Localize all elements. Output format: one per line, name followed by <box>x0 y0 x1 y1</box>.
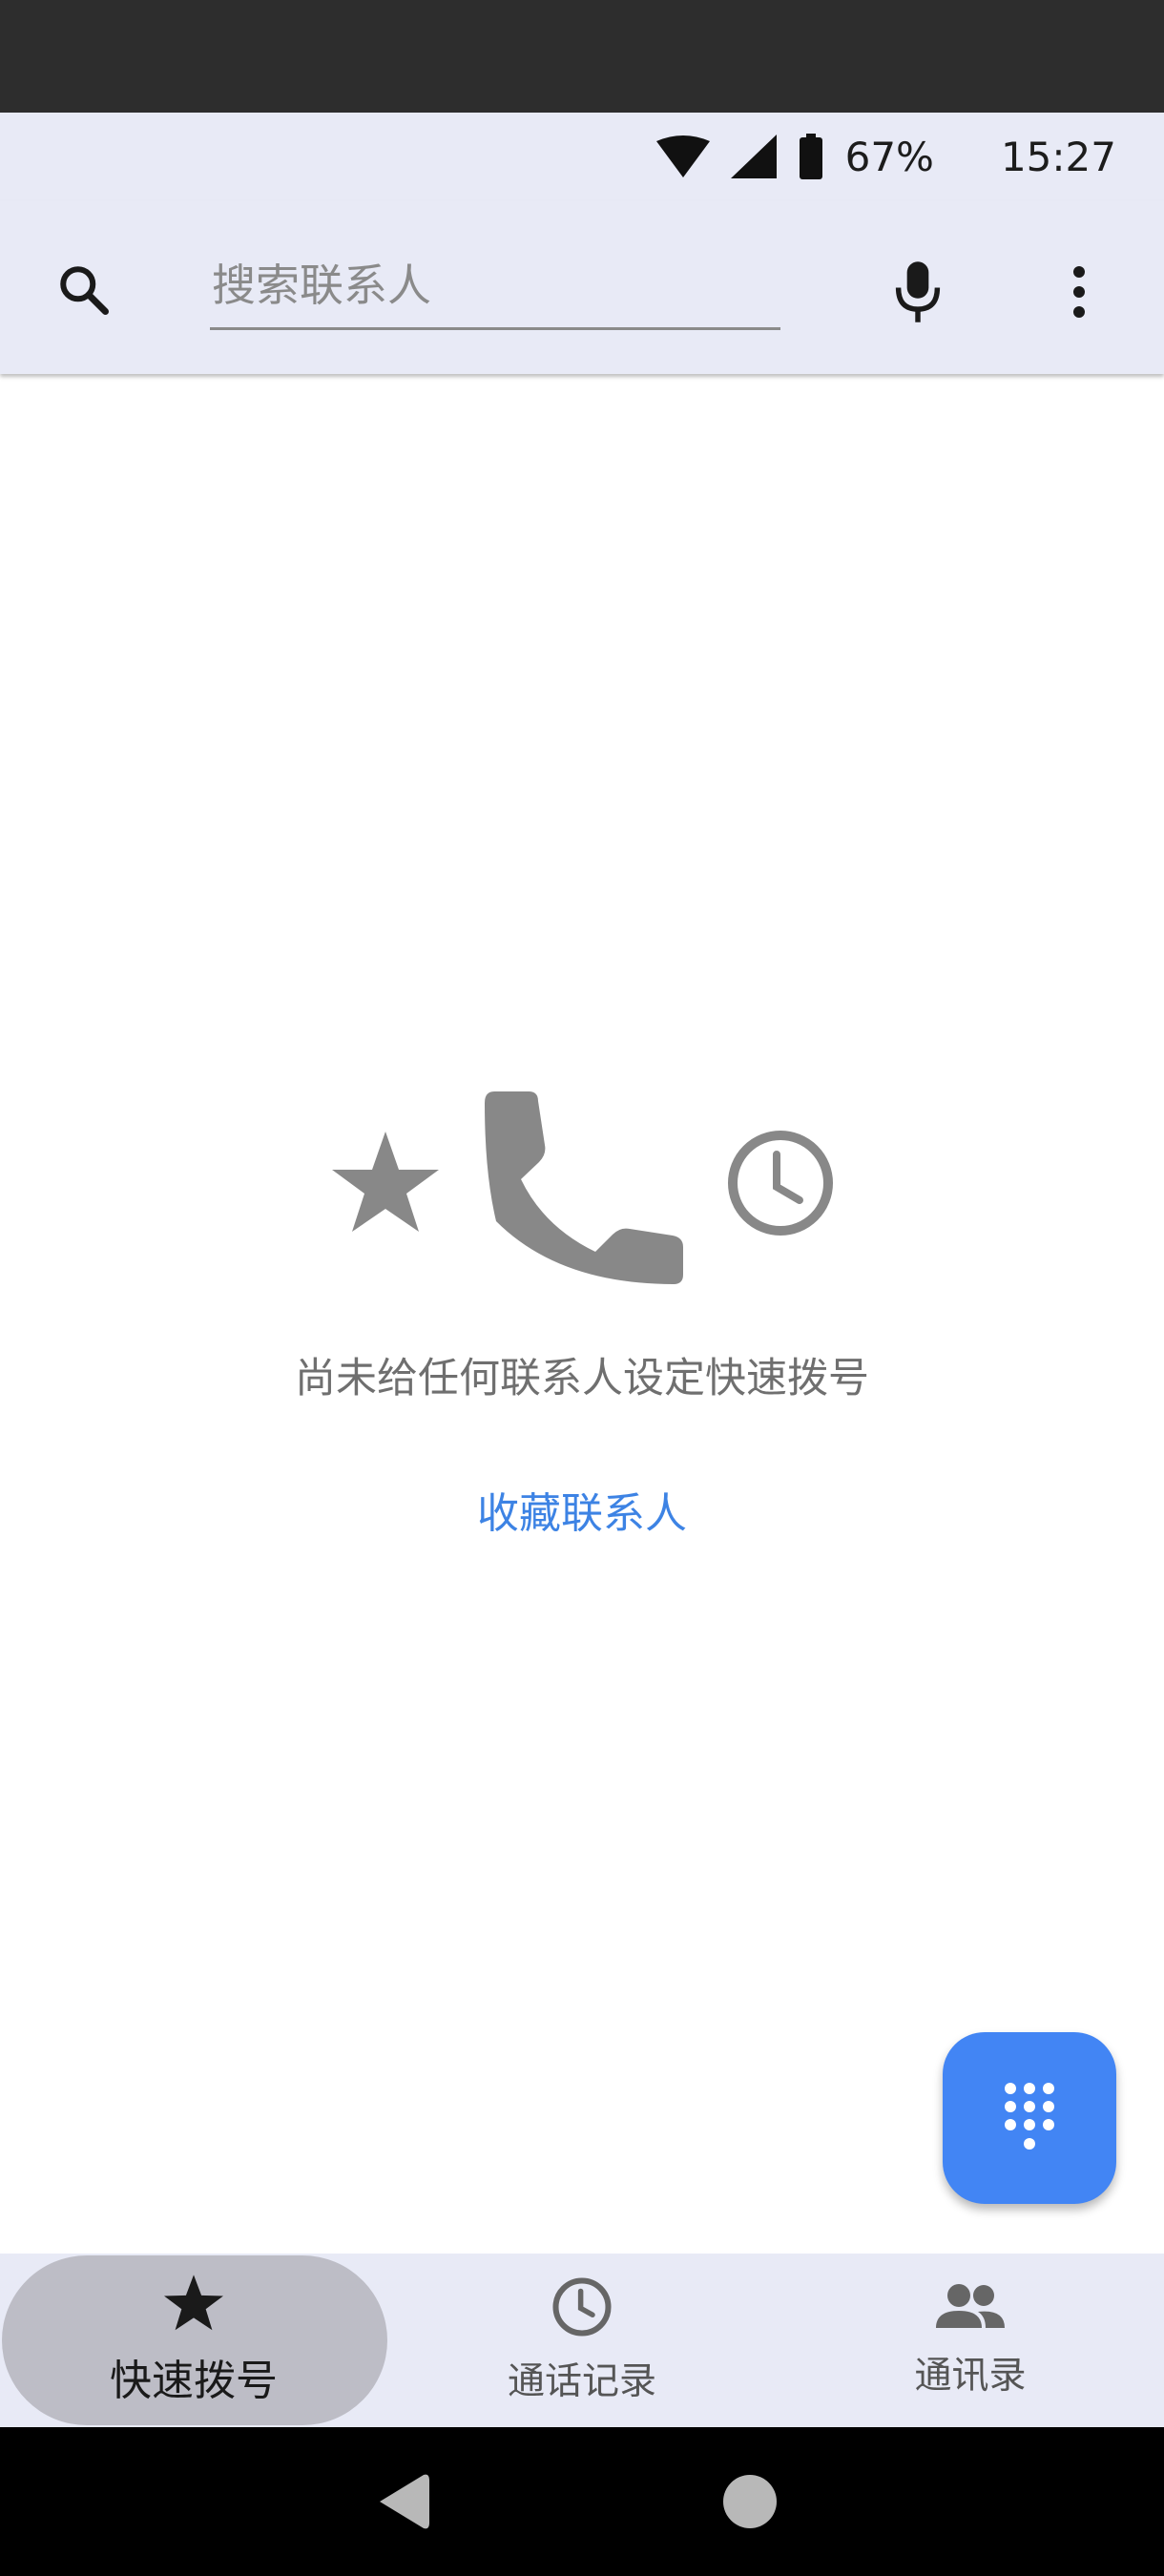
search-input[interactable] <box>210 242 780 330</box>
people-icon <box>934 2281 1007 2337</box>
search-icon[interactable] <box>50 256 118 324</box>
back-icon[interactable] <box>374 2471 431 2532</box>
clock-icon <box>551 2275 613 2342</box>
tab-label: 通讯录 <box>914 2355 1027 2398</box>
status-icons: 67% 15:27 <box>655 113 1116 200</box>
tab-call-history[interactable]: 通话记录 <box>387 2254 777 2427</box>
phone-icon <box>485 1091 683 1284</box>
search-bar <box>0 200 1164 374</box>
bottom-navigation: 快速拨号 通话记录 通讯录 <box>0 2254 1164 2427</box>
dialpad-icon <box>999 2081 1060 2155</box>
battery-percent: 67% <box>844 133 934 180</box>
battery-icon <box>798 134 824 179</box>
tab-speed-dial[interactable]: 快速拨号 <box>0 2254 387 2427</box>
mic-icon[interactable] <box>882 256 954 328</box>
star-icon <box>332 1132 439 1232</box>
top-bezel <box>0 0 1164 113</box>
status-bar: 67% 15:27 <box>0 113 1164 200</box>
clock-time: 15:27 <box>1000 133 1116 180</box>
wifi-icon <box>655 135 710 177</box>
clock-icon <box>728 1131 833 1236</box>
favorite-contacts-link[interactable]: 收藏联系人 <box>0 1479 1164 1540</box>
cell-signal-icon <box>730 135 777 178</box>
empty-state-illustration <box>324 1078 840 1288</box>
tab-contacts[interactable]: 通讯录 <box>777 2254 1164 2427</box>
tab-label: 快速拨号 <box>110 2357 278 2405</box>
empty-state-message: 尚未给任何联系人设定快速拨号 <box>295 1355 869 1402</box>
star-icon <box>162 2274 225 2337</box>
dialpad-fab[interactable] <box>943 2032 1116 2204</box>
tab-label: 通话记录 <box>507 2360 656 2403</box>
more-vert-icon[interactable] <box>1046 256 1112 328</box>
home-icon[interactable] <box>723 2475 777 2528</box>
system-navigation-bar <box>0 2427 1164 2576</box>
